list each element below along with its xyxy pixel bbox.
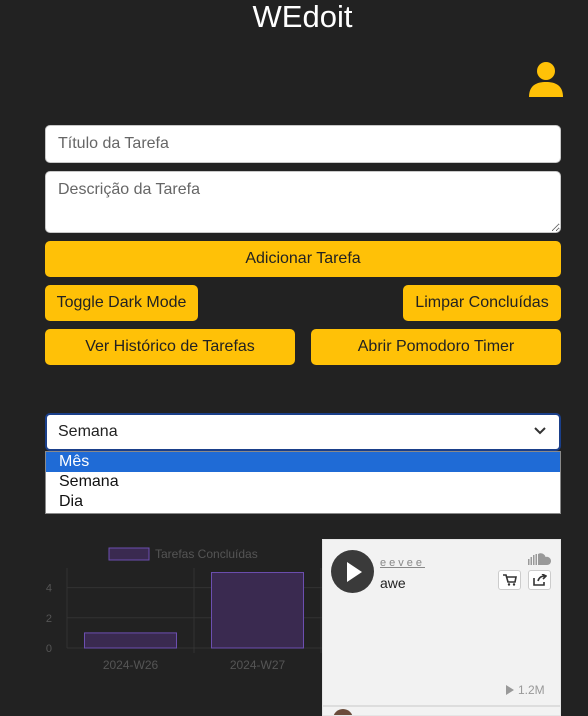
period-select[interactable]: Semana — [45, 413, 561, 451]
clear-completed-button[interactable]: Limpar Concluídas — [403, 285, 561, 321]
play-count-value: 1.2M — [518, 683, 545, 697]
legend-label: Tarefas Concluídas — [155, 547, 258, 561]
app-title: WEdoit — [252, 0, 353, 34]
share-button[interactable] — [528, 570, 551, 590]
soundcloud-logo-icon[interactable] — [528, 553, 551, 565]
play-button[interactable] — [331, 550, 374, 593]
play-count-icon — [506, 685, 514, 695]
play-icon — [347, 562, 362, 582]
open-pomodoro-button[interactable]: Abrir Pomodoro Timer — [311, 329, 561, 365]
x-tick-label: 2024-W27 — [230, 658, 286, 672]
widget-divider — [323, 705, 560, 707]
avatar — [333, 709, 353, 715]
y-tick-label: 2 — [46, 613, 52, 625]
cart-icon — [503, 574, 517, 586]
view-history-button[interactable]: Ver Histórico de Tarefas — [45, 329, 295, 365]
user-icon[interactable] — [529, 61, 563, 97]
chevron-down-icon — [534, 427, 546, 435]
y-tick-label: 4 — [46, 583, 52, 595]
period-dropdown-list: Mês Semana Dia — [45, 451, 561, 514]
toggle-dark-mode-button[interactable]: Toggle Dark Mode — [45, 285, 198, 321]
soundcloud-widget: eevee awe 1.2M — [322, 539, 561, 716]
share-icon — [533, 574, 547, 586]
track-title[interactable]: awe — [380, 575, 406, 591]
y-tick-label: 0 — [46, 643, 52, 655]
play-count: 1.2M — [506, 683, 545, 697]
period-option-dia[interactable]: Dia — [46, 492, 560, 512]
task-title-input[interactable] — [45, 125, 561, 163]
add-task-button[interactable]: Adicionar Tarefa — [45, 241, 561, 277]
buy-button[interactable] — [498, 570, 521, 590]
period-option-semana[interactable]: Semana — [46, 472, 560, 492]
period-select-value: Semana — [58, 423, 118, 440]
period-option-mes[interactable]: Mês — [46, 452, 560, 472]
track-artist[interactable]: eevee — [380, 557, 425, 569]
x-tick-label: 2024-W26 — [103, 658, 159, 672]
completed-tasks-chart: Tarefas Concluídas 0 2 4 2024-W26 2024-W27 — [46, 547, 322, 672]
task-description-input[interactable] — [45, 171, 561, 233]
legend-swatch — [108, 547, 150, 561]
chart-bar — [84, 632, 177, 649]
chart-bar — [211, 572, 304, 649]
